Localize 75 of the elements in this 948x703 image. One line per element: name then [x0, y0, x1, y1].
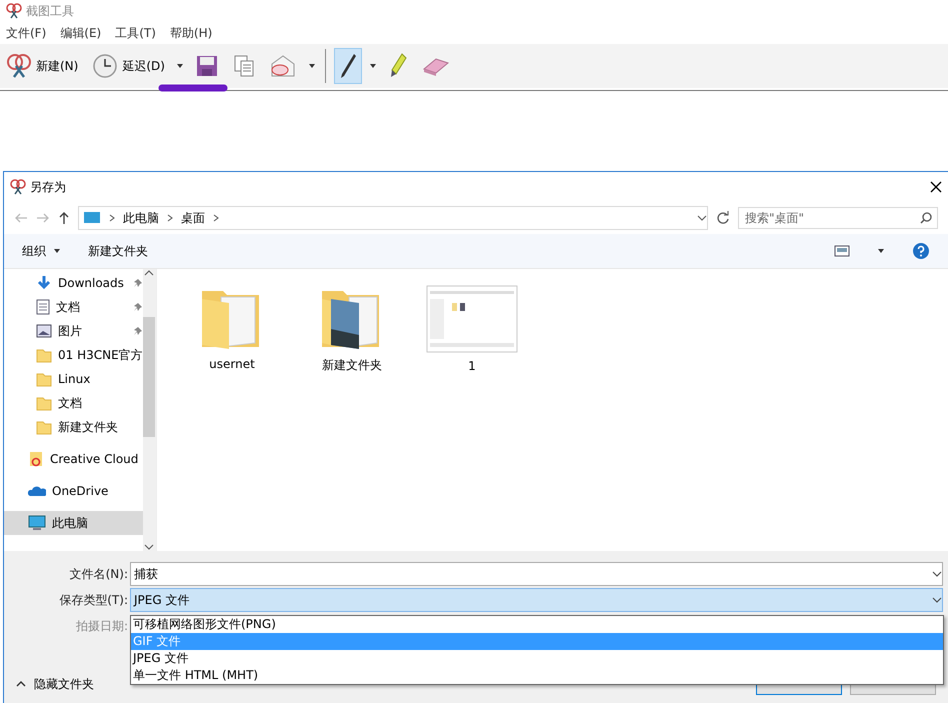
sidebar-item[interactable]: Downloads — [4, 271, 143, 295]
file-name-field[interactable]: 捕获 — [130, 562, 943, 586]
sidebar-item[interactable]: 文档 — [4, 391, 143, 415]
document-icon — [36, 299, 50, 315]
sidebar-item[interactable]: 文档 — [4, 295, 143, 319]
copy-icon — [232, 54, 255, 78]
folder-icon — [36, 371, 52, 387]
scissors-icon — [6, 3, 22, 19]
sidebar-item[interactable]: Creative Cloud — [4, 447, 143, 471]
hide-folders-button[interactable]: 隐藏文件夹 — [16, 676, 94, 692]
help-icon[interactable] — [912, 242, 930, 260]
breadcrumb-item[interactable]: 此电脑 — [123, 210, 159, 226]
field-label: 文件名(N): — [68, 566, 129, 582]
sidebar-item[interactable]: OneDrive — [4, 479, 143, 503]
chevron-down-icon — [932, 596, 942, 604]
view-icon[interactable] — [834, 245, 850, 257]
envelope-icon — [268, 54, 297, 78]
file-item[interactable]: 新建文件夹 — [307, 285, 397, 374]
delay-button[interactable]: 延迟(D) — [88, 48, 169, 84]
scrollbar-thumb[interactable] — [143, 317, 156, 437]
pin-icon — [132, 278, 143, 288]
chevron-icon — [167, 214, 173, 222]
chevron-icon — [213, 214, 219, 222]
computer-icon — [28, 515, 46, 531]
dropdown-option[interactable]: JPEG 文件 — [131, 650, 943, 667]
new-folder-button[interactable]: 新建文件夹 — [88, 242, 148, 260]
chevron-down-icon[interactable] — [697, 214, 707, 222]
dialog-title: 另存为 — [30, 178, 66, 196]
menu-item[interactable]: 工具(T) — [115, 24, 156, 42]
dropdown-option[interactable]: 单一文件 HTML (MHT) — [131, 667, 943, 684]
sidebar-item[interactable]: 01 H3CNE官方 — [4, 343, 143, 367]
field-label: 保存类型(T): — [58, 592, 129, 608]
field-label: 拍摄日期: — [74, 618, 129, 634]
sidebar-item[interactable]: Linux — [4, 367, 143, 391]
clock-icon — [92, 53, 118, 79]
breadcrumb-item[interactable]: 桌面 — [181, 210, 205, 226]
download-arrow-icon — [36, 275, 52, 291]
pin-icon — [132, 326, 143, 336]
address-bar[interactable]: 此电脑 桌面 — [78, 206, 708, 230]
dropdown-option[interactable]: 可移植网络图形文件(PNG) — [131, 616, 943, 633]
cloud-icon — [28, 485, 46, 497]
scissors-icon — [10, 179, 26, 195]
search-icon — [920, 212, 932, 224]
picture-icon — [36, 324, 52, 338]
chevron-up-icon[interactable] — [144, 269, 154, 277]
pen-button[interactable] — [334, 48, 362, 84]
file-item[interactable]: usernet — [187, 285, 277, 371]
organize-button[interactable]: 组织 — [22, 242, 62, 260]
menu-item[interactable]: 帮助(H) — [170, 24, 212, 42]
search-field[interactable]: 搜索"桌面" — [738, 207, 938, 229]
up-arrow-icon[interactable] — [58, 211, 70, 225]
menu-item[interactable]: 文件(F) — [6, 24, 46, 42]
chevron-up-icon — [16, 680, 26, 688]
sidebar-item[interactable]: 图片 — [4, 319, 143, 343]
sidebar-item[interactable]: 新建文件夹 — [4, 415, 143, 439]
folder-icon — [36, 347, 52, 363]
scrollbar[interactable] — [142, 269, 156, 551]
refresh-icon[interactable] — [716, 211, 730, 225]
folder-icon — [36, 395, 52, 411]
menu-item[interactable]: 编辑(E) — [60, 24, 102, 42]
new-button[interactable]: 新建(N) — [2, 48, 82, 84]
chevron-down-icon[interactable] — [144, 543, 154, 551]
file-type-dropdown[interactable]: JPEG 文件 — [130, 588, 943, 612]
highlight-stroke — [158, 84, 228, 92]
scissors-icon — [6, 53, 32, 79]
folder-icon — [36, 419, 52, 435]
chevron-down-icon — [932, 570, 942, 578]
file-item[interactable]: 1 — [427, 285, 517, 373]
cloud-app-icon — [28, 451, 44, 467]
computer-icon — [83, 211, 101, 225]
close-icon[interactable] — [930, 181, 942, 193]
window-title: 截图工具 — [26, 2, 74, 20]
pin-icon — [132, 302, 143, 312]
chevron-icon — [109, 214, 115, 222]
sidebar-item[interactable]: 此电脑 — [4, 511, 143, 535]
